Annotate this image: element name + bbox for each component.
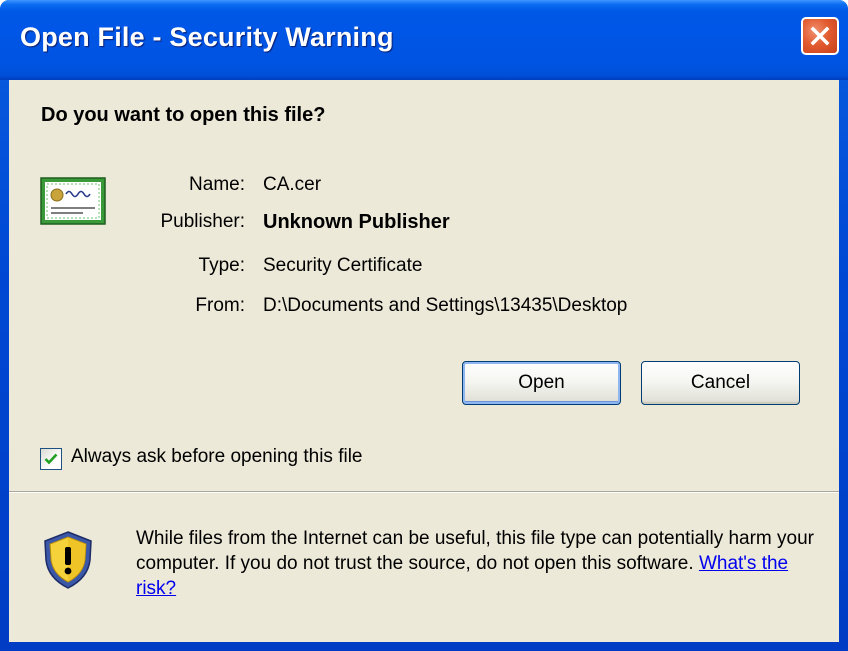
close-icon	[810, 26, 830, 46]
from-value: D:\Documents and Settings\13435\Desktop	[263, 295, 628, 316]
type-label: Type:	[198, 255, 245, 276]
name-value: CA.cer	[263, 174, 322, 195]
always-ask-checkbox[interactable]	[40, 448, 62, 470]
from-label: From:	[195, 295, 245, 316]
cancel-button[interactable]: Cancel	[641, 361, 800, 405]
security-warning-dialog: Open File - Security Warning Do you want…	[0, 0, 848, 651]
publisher-value: Unknown Publisher	[263, 211, 450, 233]
checkmark-icon	[44, 453, 58, 465]
dialog-body: Do you want to open this file? Name: CA.…	[9, 80, 839, 642]
name-label: Name:	[189, 174, 245, 195]
window-title: Open File - Security Warning	[20, 22, 394, 52]
type-value: Security Certificate	[263, 255, 423, 276]
warning-message: While files from the Internet can be use…	[136, 526, 826, 601]
close-button[interactable]	[801, 17, 839, 55]
open-button[interactable]: Open	[462, 361, 621, 405]
title-bar[interactable]: Open File - Security Warning	[0, 0, 848, 80]
publisher-label: Publisher:	[160, 211, 246, 232]
dialog-question: Do you want to open this file?	[41, 104, 326, 126]
divider	[9, 491, 839, 493]
shield-warning-icon	[44, 531, 92, 589]
always-ask-label[interactable]: Always ask before opening this file	[71, 446, 363, 468]
